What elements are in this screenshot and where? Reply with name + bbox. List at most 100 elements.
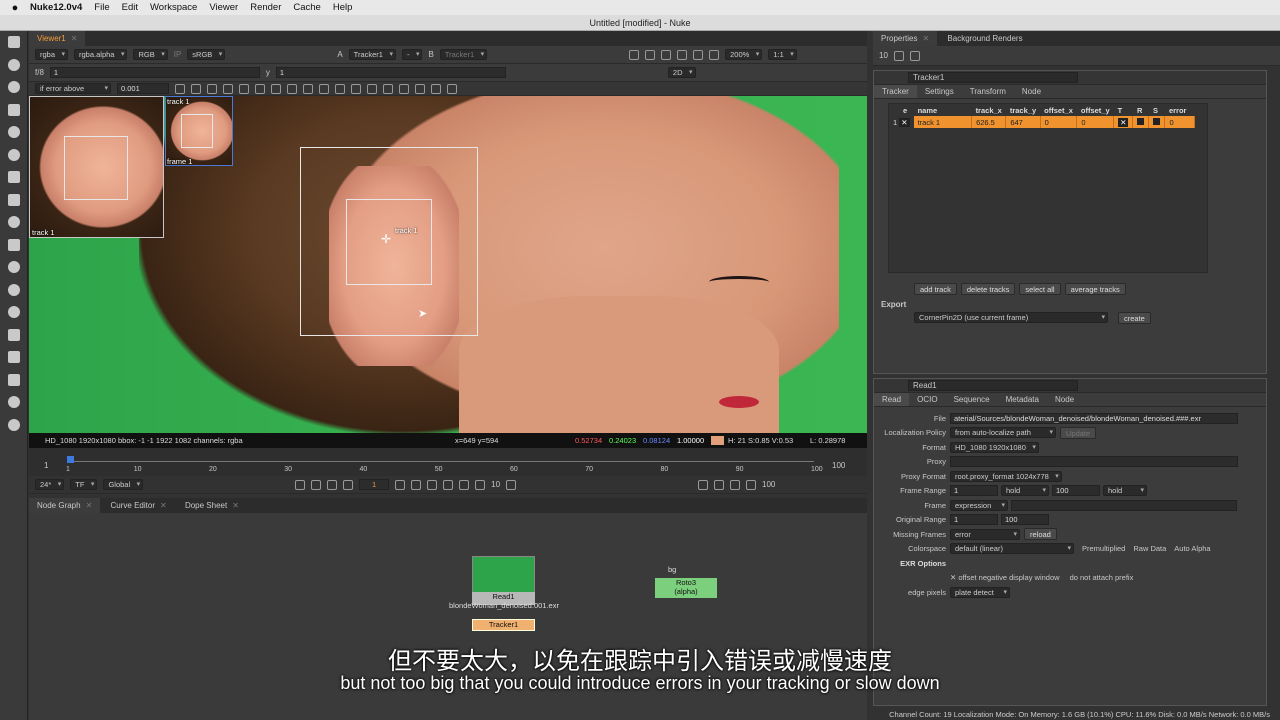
delete-icon[interactable] xyxy=(447,83,457,94)
transform-icon[interactable] xyxy=(0,211,28,234)
average-tracks-button[interactable]: average tracks xyxy=(1064,283,1126,295)
loop-icon[interactable] xyxy=(459,479,470,490)
tab-viewer1[interactable]: Viewer1 ✕ xyxy=(29,31,86,46)
track-center-crosshair[interactable]: ✛ xyxy=(381,232,391,246)
next-key-icon[interactable] xyxy=(427,479,438,490)
channel-icon[interactable] xyxy=(0,99,28,122)
clipping-icon[interactable] xyxy=(645,49,656,60)
apple-icon[interactable]: ● xyxy=(0,2,30,14)
deep-icon[interactable] xyxy=(0,279,28,302)
out-frame-field[interactable]: 100 xyxy=(762,480,775,489)
localization-dropdown[interactable]: from auto-localize path xyxy=(950,427,1056,439)
format-dropdown[interactable]: HD_1080 1920x1080 xyxy=(950,441,1039,453)
tab-background-renders[interactable]: Background Renders xyxy=(939,31,1030,46)
next-frame-icon[interactable] xyxy=(411,479,422,490)
gamma-slider[interactable]: 1 xyxy=(275,67,506,78)
max-panels-field[interactable]: 10 xyxy=(879,51,888,60)
close-icon[interactable]: ✕ xyxy=(71,34,78,43)
global-dropdown[interactable]: Global xyxy=(103,479,144,490)
proxy-icon[interactable] xyxy=(693,49,704,60)
skip-back-icon[interactable] xyxy=(475,479,486,490)
proxy-format-dropdown[interactable]: root.proxy_format 1024x778 xyxy=(950,470,1062,482)
metadata-icon[interactable] xyxy=(0,324,28,347)
grid-icon[interactable] xyxy=(367,83,377,94)
play-back-icon[interactable] xyxy=(343,479,354,490)
merge-icon[interactable] xyxy=(0,189,28,212)
display-dropdown[interactable]: RGB xyxy=(133,49,168,60)
enable-checkbox[interactable]: ✕ xyxy=(899,117,910,127)
close-icon[interactable]: ✕ xyxy=(86,501,93,510)
app-name[interactable]: Nuke12.0v4 xyxy=(30,2,82,13)
pause-icon[interactable] xyxy=(661,49,672,60)
step-back-icon[interactable] xyxy=(207,83,217,94)
range-icon[interactable] xyxy=(698,479,709,490)
file-field[interactable]: aterial/Sources/blondeWoman_denoised/blo… xyxy=(950,412,1238,424)
cell-offset-y[interactable]: 0 xyxy=(1076,116,1115,128)
menu-edit[interactable]: Edit xyxy=(122,2,138,13)
play-icon[interactable] xyxy=(395,479,406,490)
roto-node[interactable]: Roto3 (alpha) xyxy=(655,578,717,598)
cell-name[interactable]: track 1 xyxy=(913,116,973,128)
roi-icon[interactable] xyxy=(629,49,640,60)
audio-icon[interactable] xyxy=(746,479,757,490)
channels-dropdown[interactable]: rgba xyxy=(35,49,69,60)
tab-tracker[interactable]: Tracker xyxy=(874,85,917,98)
playhead[interactable] xyxy=(67,456,74,463)
close-icon[interactable]: ✕ xyxy=(232,501,239,510)
timeline[interactable]: 1 100 1 10 20 30 40 50 60 70 80 90 100 xyxy=(29,448,867,476)
show-error-icon[interactable] xyxy=(415,83,425,94)
tab-metadata[interactable]: Metadata xyxy=(998,393,1047,406)
frame-field[interactable] xyxy=(1011,499,1237,511)
read-panel-title[interactable]: Read1 xyxy=(908,380,1078,391)
view-mode-dropdown[interactable]: 2D xyxy=(667,67,696,78)
cell-offset-x[interactable]: 0 xyxy=(1040,116,1078,128)
tab-sequence[interactable]: Sequence xyxy=(946,393,998,406)
prev-frame-icon[interactable] xyxy=(327,479,338,490)
premult-checkbox[interactable]: Premultiplied xyxy=(1082,544,1125,553)
refresh-icon[interactable] xyxy=(677,49,688,60)
flipbook-icon[interactable] xyxy=(730,479,741,490)
reload-button[interactable]: reload xyxy=(1024,528,1057,541)
viewer-canvas[interactable]: track 1 track 1 frame 1 ✛ track 1 ➤ xyxy=(29,96,867,433)
close-icon[interactable]: ✕ xyxy=(922,34,929,43)
ip-toggle[interactable]: IP xyxy=(174,50,182,59)
keyer-icon[interactable] xyxy=(0,166,28,189)
menu-toolbar-icon[interactable] xyxy=(0,31,28,54)
zoom-dropdown[interactable]: 200% xyxy=(725,49,763,60)
render-icon[interactable] xyxy=(709,49,720,60)
ear-icon[interactable] xyxy=(175,83,185,94)
delete-tracks-button[interactable]: delete tracks xyxy=(960,283,1016,295)
cache-icon[interactable] xyxy=(431,83,441,94)
compare-dropdown[interactable]: - xyxy=(401,49,423,60)
tab-ocio[interactable]: OCIO xyxy=(909,393,945,406)
draw-icon[interactable] xyxy=(0,54,28,77)
no-prefix-checkbox[interactable]: do not attach prefix xyxy=(1070,573,1134,582)
offset-negative-checkbox[interactable]: ✕ offset negative display window xyxy=(950,573,1060,582)
key-icon[interactable] xyxy=(287,83,297,94)
cell-t-checkbox[interactable]: ✕ xyxy=(1113,116,1134,128)
table-row[interactable]: 1 ✕ track 1 626.5 647 0 0 ✕ 0 xyxy=(889,116,1196,128)
tracker-node[interactable]: Tracker1 xyxy=(472,619,535,631)
tracker-panel-title[interactable]: Tracker1 xyxy=(908,72,1078,83)
update-button[interactable]: Update xyxy=(1060,426,1097,439)
prev-key-icon[interactable] xyxy=(311,479,322,490)
tab-curve-editor[interactable]: Curve Editor ✕ xyxy=(103,498,175,513)
ocio-icon[interactable] xyxy=(0,414,28,437)
last-frame-icon[interactable] xyxy=(443,479,454,490)
tab-transform[interactable]: Transform xyxy=(962,85,1014,98)
tab-node-graph[interactable]: Node Graph ✕ xyxy=(29,498,101,513)
keyframe-icon[interactable] xyxy=(399,83,409,94)
track-forward-icon[interactable] xyxy=(255,83,265,94)
frame-mode-dropdown[interactable]: expression xyxy=(950,499,1008,511)
orig-end-field[interactable]: 100 xyxy=(1001,514,1049,526)
color-icon[interactable] xyxy=(0,121,28,144)
time-icon[interactable] xyxy=(0,76,28,99)
views-icon[interactable] xyxy=(0,301,28,324)
menu-help[interactable]: Help xyxy=(333,2,353,13)
stop-icon[interactable] xyxy=(223,83,233,94)
tab-node[interactable]: Node xyxy=(1014,85,1049,98)
colorspace-dropdown[interactable]: default (linear) xyxy=(950,543,1074,555)
edge-pixels-dropdown[interactable]: plate detect xyxy=(950,586,1010,598)
clear-forward-icon[interactable] xyxy=(335,83,345,94)
center-icon[interactable] xyxy=(351,83,361,94)
